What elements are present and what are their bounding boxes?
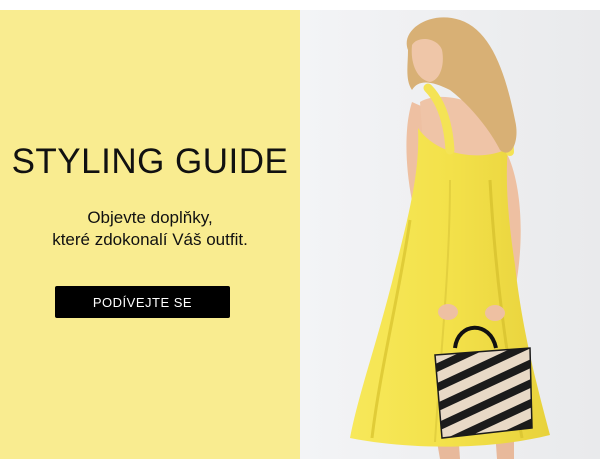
subtext-line-1: Objevte doplňky,: [87, 208, 213, 227]
photo-panel[interactable]: [300, 10, 600, 459]
promo-banner[interactable]: STYLING GUIDE Objevte doplňky, které zdo…: [0, 10, 600, 459]
view-button[interactable]: PODÍVEJTE SE: [55, 286, 230, 318]
subtext: Objevte doplňky, které zdokonalí Váš out…: [0, 207, 300, 251]
text-panel: STYLING GUIDE Objevte doplňky, které zdo…: [0, 10, 300, 459]
subtext-line-2: které zdokonalí Váš outfit.: [52, 230, 248, 249]
model-photo: [300, 10, 600, 459]
headline: STYLING GUIDE: [11, 142, 289, 181]
